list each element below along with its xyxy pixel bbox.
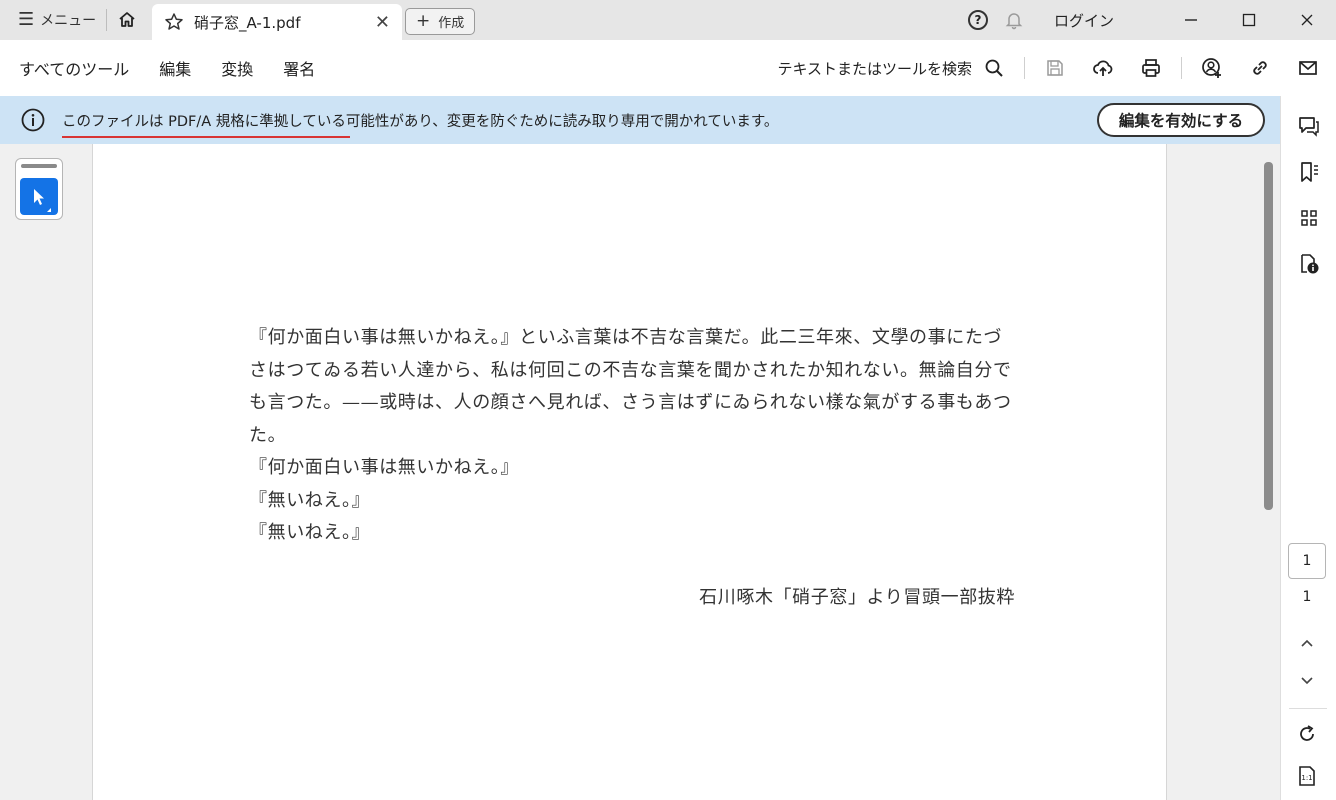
next-page-button[interactable] [1291,664,1323,696]
bell-icon[interactable] [1004,10,1024,30]
previous-page-button[interactable] [1291,628,1323,660]
bookmark-icon [1301,162,1318,182]
close-icon [1301,14,1313,26]
total-pages: 1 [1302,589,1312,605]
search-button[interactable] [982,48,1006,88]
enable-editing-button[interactable]: 編集を有効にする [1097,103,1265,137]
title-right-controls: ? ログイン [967,0,1336,40]
document-line: 『無いねえ。』 [249,522,371,543]
grid-icon [1301,210,1317,226]
upload-button[interactable] [1083,48,1123,88]
document-body: 『何か面白い事は無いかねえ。』といふ言葉は不吉な言葉だ。此二三年來、文學の事にた… [249,322,1019,614]
login-link[interactable]: ログイン [1054,10,1114,31]
comments-button[interactable] [1293,110,1325,142]
maximize-button[interactable] [1220,0,1278,40]
maximize-icon [1242,13,1256,27]
bookmarks-button[interactable] [1293,156,1325,188]
quick-tools-card [15,158,63,220]
red-underline-annotation [62,135,350,138]
chevron-up-icon [1301,639,1313,647]
right-side-panel: 1 1 1:1 [1280,96,1336,800]
mail-icon [1299,61,1317,75]
document-line: さはつてゐる若い人達から、私は何回この不吉な言葉を聞かされたか知れない。無論自分… [249,359,1012,381]
document-line: も言つた。——或時は、人の顔さへ見れば、さう言はずにゐられない樣な氣がする事もあ… [249,392,1012,413]
rotate-button[interactable] [1291,718,1323,750]
copy-link-button[interactable] [1240,48,1280,88]
banner-message-wrapper: このファイルは PDF/A 規格に準拠している可能性があり、変更を防ぐために読み… [62,110,779,138]
create-label: 作成 [438,16,465,31]
toolbar-separator [1024,57,1025,79]
document-page: 『何か面白い事は無いかねえ。』といふ言葉は不吉な言葉だ。此二三年來、文學の事にた… [93,144,1167,800]
comment-icon [1299,117,1319,137]
home-button[interactable] [107,0,147,40]
document-citation: 石川啄木「硝子窓」より冒頭一部抜粋 [699,586,1015,608]
create-button[interactable]: + 作成 [405,8,476,35]
minimize-icon [1185,19,1197,21]
star-icon[interactable] [164,12,184,32]
main-toolbar: すべてのツール 編集 変換 署名 テキストまたはツールを検索 [0,40,1336,96]
save-button[interactable] [1035,48,1075,88]
menu-label: メニュー [40,13,97,29]
current-page-input[interactable]: 1 [1288,543,1326,579]
hamburger-icon: ☰ [18,9,35,30]
add-user-icon [1202,58,1221,78]
left-tool-rail [0,144,93,800]
plus-icon: + [416,11,431,31]
help-icon[interactable]: ? [967,10,988,30]
panel-separator [1289,708,1327,709]
toolbar-edit[interactable]: 編集 [159,56,191,80]
readonly-info-banner: このファイルは PDF/A 規格に準拠している可能性があり、変更を防ぐために読み… [0,96,1280,144]
thumbnails-button[interactable] [1293,202,1325,234]
toolbar-sign[interactable]: 署名 [283,56,315,80]
chevron-down-icon [1301,677,1313,685]
fit-page-icon: 1:1 [1299,766,1315,786]
document-properties-button[interactable] [1293,248,1325,280]
drag-handle[interactable] [21,164,57,168]
cloud-upload-icon [1093,60,1113,76]
rotate-icon [1300,725,1314,741]
info-icon [21,108,45,132]
share-button[interactable] [1192,48,1232,88]
email-button[interactable] [1288,48,1328,88]
window-close-button[interactable] [1278,0,1336,40]
tab-title: 硝子窓_A-1.pdf [194,13,301,32]
menu-button[interactable]: ☰ メニュー [0,0,106,40]
minimize-button[interactable] [1162,0,1220,40]
link-icon [1253,61,1267,75]
toolbar-separator [1181,57,1182,79]
search-icon [985,59,1003,77]
document-info-icon [1301,254,1319,274]
document-line: 『何か面白い事は無いかねえ。』といふ言葉は不吉な言葉だ。此二三年來、文學の事にた… [249,327,1003,348]
home-icon [119,12,135,27]
actual-size-button[interactable]: 1:1 [1291,760,1323,792]
search-tools-label[interactable]: テキストまたはツールを検索 [777,58,972,79]
document-line: 『何か面白い事は無いかねえ。』 [249,457,519,478]
svg-text:1:1: 1:1 [1301,774,1312,782]
document-line: た。 [249,424,287,446]
toolbar-all-tools[interactable]: すべてのツール [19,56,129,80]
save-icon [1047,60,1063,76]
printer-icon [1142,59,1160,77]
toolbar-convert[interactable]: 変換 [221,56,253,80]
document-line: 『無いねえ。』 [249,489,371,511]
vertical-scrollbar[interactable] [1264,162,1273,510]
banner-message: このファイルは PDF/A 規格に準拠している可能性があり、変更を防ぐために読み… [62,113,779,130]
select-tool-button[interactable] [20,178,58,215]
close-tab-icon[interactable]: ✕ [375,12,390,33]
document-tab[interactable]: 硝子窓_A-1.pdf ✕ [152,4,402,40]
print-button[interactable] [1131,48,1171,88]
toolbar-right: テキストまたはツールを検索 [777,40,1336,96]
cursor-icon [34,188,51,212]
